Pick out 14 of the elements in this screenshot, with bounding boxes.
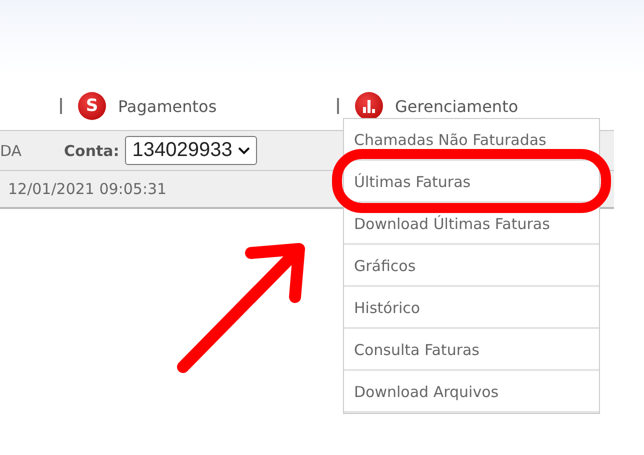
chart-icon[interactable] — [355, 92, 383, 120]
caret-icon — [238, 146, 250, 154]
account-select[interactable]: 134029933 — [125, 136, 258, 165]
nav-link[interactable]: Pagamentos — [118, 96, 217, 116]
date-time: 12/01/2021 09:05:31 — [8, 180, 167, 198]
payment-icon[interactable]: S — [78, 92, 106, 120]
menu-item[interactable]: Histórico — [344, 287, 599, 329]
menu-item[interactable]: Consulta Faturas — [344, 329, 599, 371]
menu-item[interactable]: Gráficos — [344, 245, 599, 287]
account-label: Conta: — [64, 142, 120, 160]
label-text: DA — [0, 142, 23, 160]
menu-item[interactable]: Download Últimas Faturas — [344, 203, 599, 245]
menu-item[interactable]: Download Arquivos — [344, 371, 599, 413]
nav-link[interactable]: Gerenciamento — [395, 96, 518, 116]
